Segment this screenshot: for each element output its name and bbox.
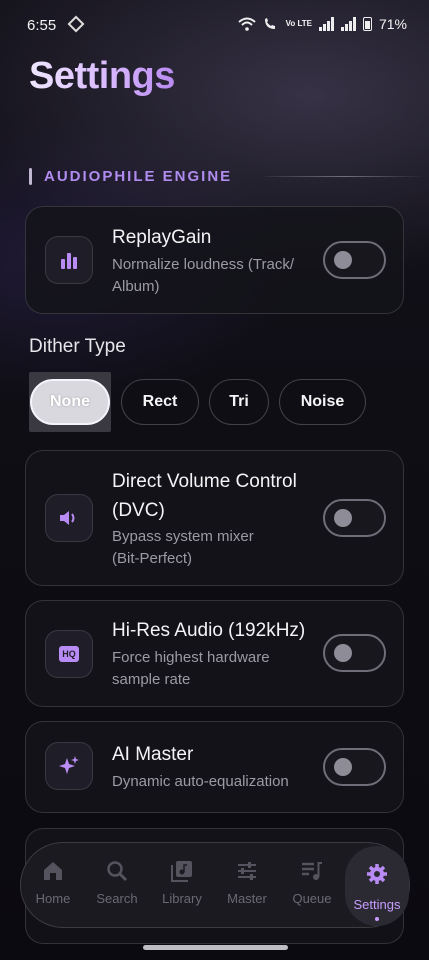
- dvc-desc-2: (Bit-Perfect): [112, 550, 193, 567]
- dither-options: None Rect Tri Noise: [29, 372, 366, 432]
- hires-desc-1: Force highest hardware: [112, 649, 270, 666]
- nav-queue[interactable]: Queue: [280, 843, 344, 929]
- nav-search-label: Search: [96, 891, 138, 906]
- nav-home[interactable]: Home: [21, 843, 85, 929]
- replaygain-card: ReplayGain Normalize loudness (Track/ Al…: [25, 206, 404, 314]
- hires-desc-2: sample rate: [112, 671, 191, 688]
- dither-option-rect[interactable]: Rect: [121, 379, 199, 425]
- dither-option-none-wrap: None: [29, 372, 111, 432]
- bottom-navigation: Home Search Library Master Queue Setting…: [20, 842, 410, 928]
- status-time: 6:55: [27, 17, 57, 34]
- nav-master-label: Master: [227, 891, 267, 906]
- nav-library[interactable]: Library: [150, 843, 214, 929]
- dither-type-label: Dither Type: [29, 336, 126, 357]
- sliders-icon: [238, 862, 256, 880]
- wifi-calling-icon: [264, 18, 275, 29]
- queue-icon: [302, 862, 322, 880]
- replaygain-title: ReplayGain: [112, 227, 212, 248]
- hires-card: HQ Hi-Res Audio (192kHz) Force highest h…: [25, 600, 404, 707]
- ai-master-desc: Dynamic auto-equalization: [112, 773, 289, 790]
- search-icon: [107, 861, 128, 882]
- nav-search[interactable]: Search: [85, 843, 149, 929]
- nav-master[interactable]: Master: [215, 843, 279, 929]
- dvc-toggle[interactable]: [323, 499, 386, 537]
- nav-library-label: Library: [162, 891, 202, 906]
- section-divider: [265, 176, 425, 177]
- replaygain-desc-2: Album): [112, 278, 160, 295]
- volte-label: Vo LTE: [285, 19, 312, 28]
- active-indicator-dot: [375, 917, 379, 921]
- speaker-icon: [45, 494, 93, 542]
- dither-option-none[interactable]: None: [30, 379, 110, 425]
- home-icon: [44, 862, 62, 880]
- hires-toggle[interactable]: [323, 634, 386, 672]
- nav-settings-label: Settings: [353, 897, 401, 912]
- hires-title: Hi-Res Audio (192kHz): [112, 620, 306, 641]
- signal-icon-2: [340, 17, 356, 31]
- battery-percent: 71%: [378, 16, 407, 32]
- dvc-title-2: (DVC): [112, 500, 165, 521]
- replaygain-desc-1: Normalize loudness (Track/: [112, 256, 294, 273]
- toggle-knob: [334, 509, 352, 527]
- hq-icon: HQ: [45, 630, 93, 678]
- dvc-title-1: Direct Volume Control: [112, 471, 297, 492]
- toggle-knob: [334, 758, 352, 776]
- battery-icon: [362, 17, 372, 31]
- dvc-desc-1: Bypass system mixer: [112, 528, 254, 545]
- ai-master-toggle[interactable]: [323, 748, 386, 786]
- signal-icon: [318, 17, 334, 31]
- hq-badge: HQ: [59, 646, 79, 662]
- equalizer-icon: [45, 236, 93, 284]
- toggle-knob: [334, 644, 352, 662]
- dvc-card: Direct Volume Control (DVC) Bypass syste…: [25, 450, 404, 586]
- toggle-knob: [334, 251, 352, 269]
- wifi-icon: [237, 17, 256, 31]
- sparkle-icon: [45, 742, 93, 790]
- section-label: AUDIOPHILE ENGINE: [44, 167, 233, 185]
- status-indicators: Vo LTE 71%: [237, 16, 407, 32]
- dither-option-tri[interactable]: Tri: [209, 379, 269, 425]
- status-bar: 6:55 Vo LTE 71%: [0, 0, 429, 52]
- library-icon: [171, 861, 192, 882]
- nav-home-label: Home: [35, 891, 71, 906]
- gear-icon: [367, 864, 387, 884]
- nav-settings[interactable]: Settings: [345, 846, 409, 926]
- section-header: AUDIOPHILE ENGINE: [29, 165, 425, 187]
- page-title: Settings: [29, 55, 175, 97]
- dither-option-noise[interactable]: Noise: [279, 379, 366, 425]
- nav-queue-label: Queue: [292, 891, 332, 906]
- ai-master-card: AI Master Dynamic auto-equalization: [25, 721, 404, 813]
- section-accent-bar: [29, 167, 32, 185]
- replaygain-toggle[interactable]: [323, 241, 386, 279]
- ai-master-title: AI Master: [112, 744, 194, 765]
- home-indicator[interactable]: [143, 945, 288, 950]
- notification-icon: [67, 15, 85, 33]
